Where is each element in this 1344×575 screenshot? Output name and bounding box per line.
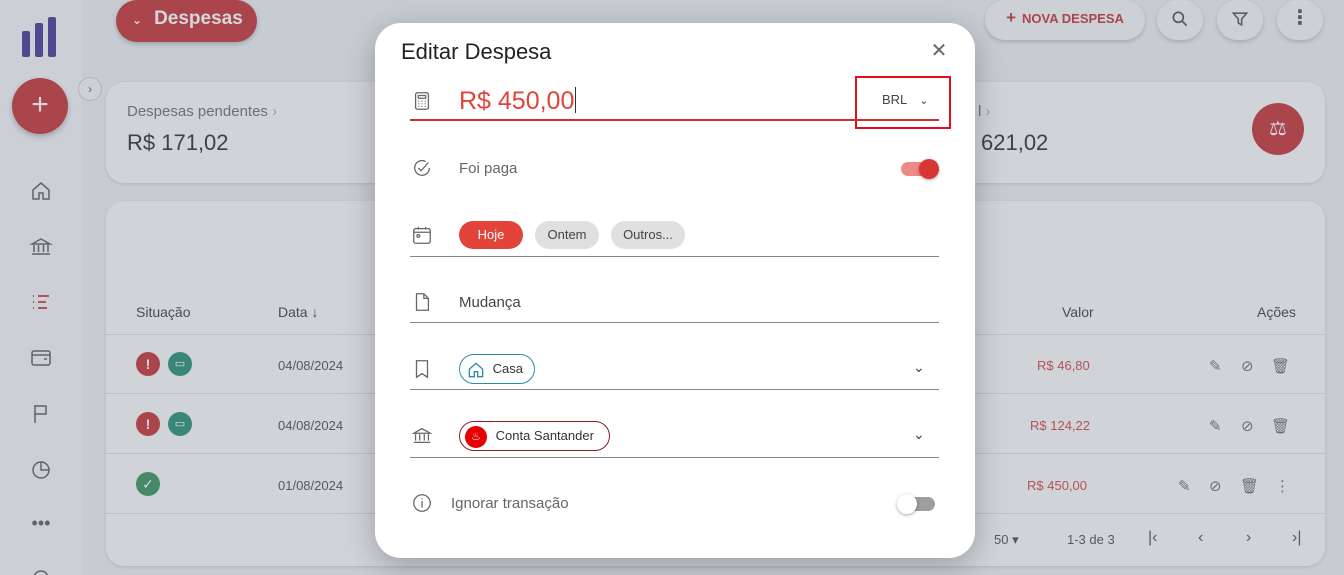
divider	[410, 256, 939, 257]
paid-toggle[interactable]	[901, 159, 939, 179]
check-circle-icon	[411, 157, 433, 179]
toggle-knob	[919, 159, 939, 179]
text-caret	[575, 87, 577, 113]
toggle-knob	[897, 494, 917, 514]
category-label: Casa	[492, 361, 523, 376]
paid-label: Foi paga	[459, 160, 518, 177]
amount-underline	[410, 119, 939, 121]
chevron-down-icon[interactable]: ⌄	[913, 426, 925, 443]
currency-highlight-box	[855, 76, 951, 129]
description-input[interactable]: Mudança	[459, 294, 521, 311]
document-icon	[411, 291, 433, 313]
santander-logo-icon: ♨	[465, 425, 487, 448]
account-label: Conta Santander	[495, 428, 594, 443]
ignore-transaction-toggle[interactable]	[897, 494, 935, 514]
house-icon	[468, 362, 484, 377]
info-icon	[411, 492, 433, 514]
bank-icon	[411, 425, 433, 447]
category-tag[interactable]: Casa	[459, 354, 535, 384]
calculator-icon	[411, 90, 433, 112]
edit-expense-modal: Editar Despesa ✕ R$ 450,00 BRL ⌄ Foi paga…	[375, 23, 975, 558]
date-chip-yesterday[interactable]: Ontem	[535, 221, 599, 249]
date-chip-today[interactable]: Hoje	[459, 221, 523, 249]
divider	[410, 322, 939, 323]
close-icon[interactable]: ✕	[928, 40, 950, 62]
modal-title: Editar Despesa	[401, 39, 552, 64]
ignore-transaction-label: Ignorar transação	[451, 495, 569, 512]
bookmark-icon	[411, 358, 433, 380]
chevron-down-icon[interactable]: ⌄	[913, 359, 925, 376]
account-tag[interactable]: ♨ Conta Santander	[459, 421, 610, 451]
divider	[410, 389, 939, 390]
date-chip-other[interactable]: Outros...	[611, 221, 685, 249]
amount-value: R$ 450,00	[459, 87, 575, 115]
calendar-icon	[411, 224, 433, 246]
amount-input[interactable]: R$ 450,00	[459, 87, 577, 116]
divider	[410, 457, 939, 458]
